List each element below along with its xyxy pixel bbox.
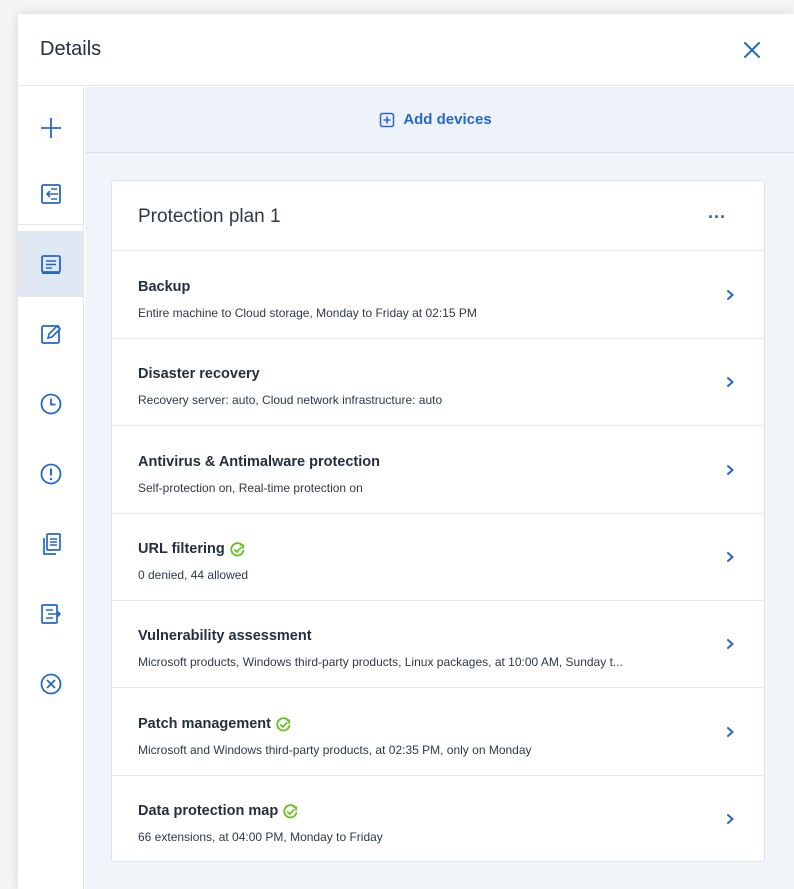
module-title: Backup (138, 279, 190, 295)
module-title: Antivirus & Antimalware protection (138, 454, 380, 470)
module-title-text: Backup (138, 279, 191, 295)
plan-module-row[interactable]: Backup Entire machine to Cloud storage, M… (112, 252, 764, 339)
module-description: 66 extensions, at 04:00 PM, Monday to Fr… (138, 829, 383, 844)
module-title: Patch management (138, 716, 292, 733)
details-panel: Details Add devices Protection plan 1 ..… (18, 14, 794, 889)
copy-icon (43, 533, 61, 555)
sidebar (18, 87, 84, 889)
chevron-right-icon (727, 551, 735, 562)
module-title-text: URL filtering (138, 541, 225, 558)
sidebar-item-edit[interactable] (18, 301, 84, 367)
module-description: Entire machine to Cloud storage, Monday … (138, 306, 477, 320)
chevron-right-icon (727, 639, 735, 650)
module-title-text: Disaster recovery (138, 366, 260, 383)
module-title-text: Data protection map (138, 803, 279, 820)
main-content: Add devices Protection plan 1 ... Backup… (85, 87, 794, 889)
module-description: Recovery server: auto, Cloud network inf… (138, 393, 443, 408)
plan-module-row[interactable]: Antivirus & Antimalware protection Self-p… (112, 427, 764, 514)
module-title-text: Antivirus & Antimalware protection (138, 453, 380, 470)
panel-title: Details (40, 38, 102, 60)
chevron-right-icon (727, 726, 735, 737)
plan-header: Protection plan 1 ... (112, 181, 764, 251)
export-icon (41, 604, 62, 624)
import-icon (41, 184, 61, 204)
sidebar-item-import[interactable] (18, 161, 84, 227)
status-ok-icon (230, 542, 245, 557)
status-ok-icon (283, 804, 298, 819)
close-button[interactable] (740, 38, 764, 62)
add-devices-button[interactable]: Add devices (379, 111, 492, 128)
more-options-button[interactable]: ... (708, 203, 732, 225)
module-description: Self-protection on, Real-time protection… (138, 480, 363, 495)
plan-module-row[interactable]: Disaster recovery Recovery server: auto, … (112, 339, 764, 427)
module-title: URL filtering (138, 541, 246, 558)
protection-plan-card: Protection plan 1 ... Backup Entire machi… (111, 180, 765, 862)
panel-header: Details (18, 14, 794, 86)
plan-module-row[interactable]: Vulnerability assessment Microsoft produc… (112, 601, 764, 689)
clock-icon (40, 393, 62, 415)
alert-icon (40, 463, 62, 485)
sidebar-item-alerts[interactable] (18, 441, 84, 507)
add-devices-bar: Add devices (85, 87, 794, 153)
plus-icon (41, 118, 61, 138)
chevron-right-icon (727, 464, 735, 475)
module-description: 0 denied, 44 allowed (138, 567, 249, 582)
module-title-text: Patch management (138, 716, 271, 732)
module-title: Vulnerability assessment (138, 628, 312, 644)
sidebar-separator (18, 224, 84, 225)
sidebar-item-add[interactable] (18, 95, 84, 161)
module-description: Microsoft and Windows third-party produc… (138, 742, 532, 757)
sidebar-item-protection-plan[interactable] (18, 231, 84, 297)
module-title: Disaster recovery (138, 366, 260, 382)
add-devices-label: Add devices (403, 111, 492, 128)
chevron-right-icon (727, 377, 735, 388)
module-title-text: Vulnerability assessment (138, 628, 312, 645)
protection-plan-icon (41, 255, 61, 274)
chevron-right-icon (727, 813, 735, 824)
module-title: Data protection map (138, 803, 299, 820)
plan-module-row[interactable]: Data protection map 66 extensions, at 04:… (112, 776, 764, 863)
sidebar-item-copy[interactable] (18, 511, 84, 577)
edit-icon (41, 324, 62, 344)
status-ok-icon (276, 716, 291, 731)
plan-module-row[interactable]: Patch management Microsoft and Windows th… (112, 689, 764, 776)
revoke-icon (40, 673, 62, 695)
close-icon (744, 42, 760, 58)
add-box-icon (380, 112, 395, 127)
sidebar-item-activities[interactable] (18, 371, 84, 437)
plan-module-row[interactable]: URL filtering 0 denied, 44 allowed (112, 514, 764, 601)
sidebar-item-revoke[interactable] (18, 651, 84, 717)
sidebar-item-export[interactable] (18, 581, 84, 647)
module-description: Microsoft products, Windows third-party … (138, 655, 623, 670)
plan-title: Protection plan 1 (138, 206, 281, 227)
chevron-right-icon (727, 290, 735, 300)
